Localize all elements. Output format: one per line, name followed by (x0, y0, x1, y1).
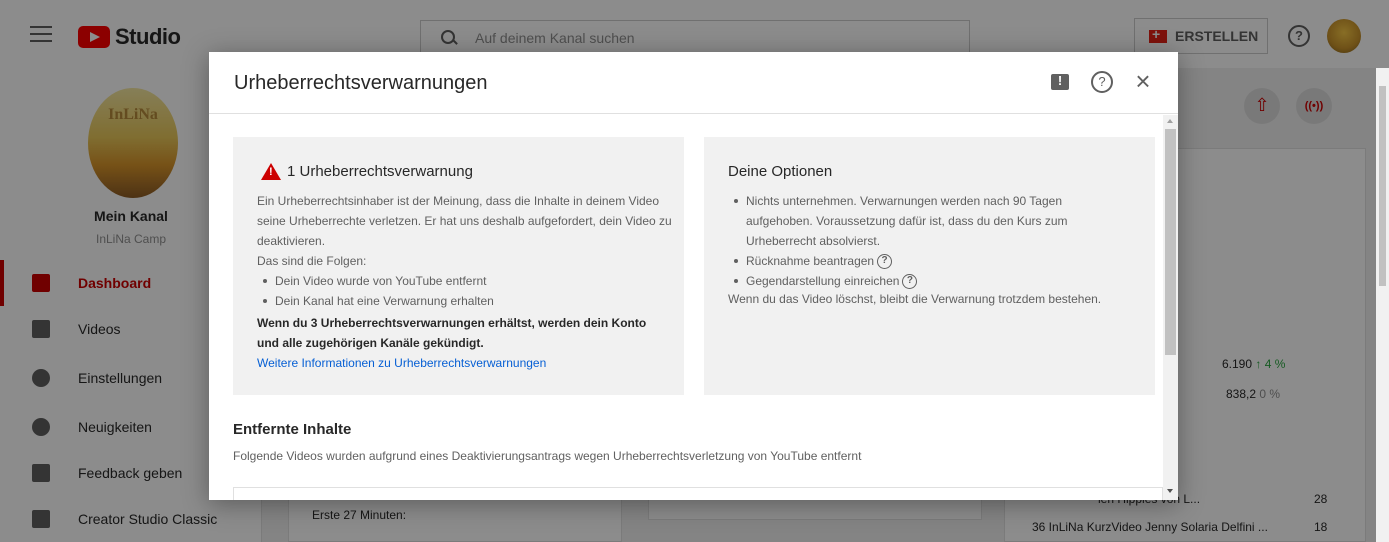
counter-notification-link[interactable]: Gegendarstellung einreichen (746, 274, 899, 288)
delete-video-note: Wenn du das Video löschst, bleibt die Ve… (728, 292, 1102, 306)
list-item: Nichts unternehmen. Verwarnungen werden … (728, 191, 1128, 251)
scroll-up-arrow-icon[interactable] (1167, 119, 1173, 123)
help-icon[interactable]: ? (902, 274, 918, 290)
scroll-down-arrow-icon[interactable] (1167, 489, 1173, 493)
learn-more-link[interactable]: Weitere Informationen zu Urheberrechtsve… (257, 356, 546, 370)
removed-content-title: Entfernte Inhalte (233, 421, 352, 438)
dialog-header: Urheberrechtsverwarnungen ? × (209, 52, 1178, 114)
warning-icon (261, 163, 281, 180)
close-icon[interactable]: × (1131, 67, 1155, 95)
strike-summary-panel: 1 Urheberrechtsverwarnung Ein Urheberrec… (233, 137, 684, 395)
consequences-intro: Das sind die Folgen: (257, 254, 367, 268)
list-item: Dein Kanal hat eine Verwarnung erhalten (257, 291, 677, 311)
list-item: Dein Video wurde von YouTube entfernt (257, 271, 677, 291)
help-icon[interactable]: ? (1091, 71, 1113, 93)
options-list: Nichts unternehmen. Verwarnungen werden … (728, 191, 1128, 291)
consequences-list: Dein Video wurde von YouTube entfernt De… (257, 271, 677, 311)
removed-videos-table (233, 487, 1163, 500)
help-icon[interactable]: ? (877, 254, 893, 270)
request-retraction-link[interactable]: Rücknahme beantragen (746, 254, 874, 268)
options-panel: Deine Optionen Nichts unternehmen. Verwa… (704, 137, 1155, 395)
dialog-scrollbar[interactable] (1163, 115, 1178, 500)
strike-count-title: 1 Urheberrechtsverwarnung (287, 163, 473, 180)
page-scrollbar-thumb[interactable] (1379, 86, 1386, 286)
list-item: Rücknahme beantragen? (728, 251, 1128, 271)
copyright-strikes-dialog: Urheberrechtsverwarnungen ? × 1 Urheberr… (209, 52, 1178, 500)
strike-count-row: 1 Urheberrechtsverwarnung (261, 163, 473, 180)
strike-description: Ein Urheberrechtsinhaber ist der Meinung… (257, 194, 672, 248)
removed-content-description: Folgende Videos wurden aufgrund eines De… (233, 449, 862, 463)
termination-note: Wenn du 3 Urheberrechtsverwarnungen erhä… (257, 316, 647, 350)
dialog-body: 1 Urheberrechtsverwarnung Ein Urheberrec… (209, 115, 1178, 500)
page-scrollbar[interactable] (1376, 68, 1389, 542)
send-feedback-icon[interactable] (1051, 73, 1069, 90)
options-title: Deine Optionen (728, 163, 833, 180)
list-item: Gegendarstellung einreichen? (728, 271, 1128, 291)
dialog-title: Urheberrechtsverwarnungen (234, 72, 488, 94)
dialog-scrollbar-thumb[interactable] (1165, 129, 1176, 355)
